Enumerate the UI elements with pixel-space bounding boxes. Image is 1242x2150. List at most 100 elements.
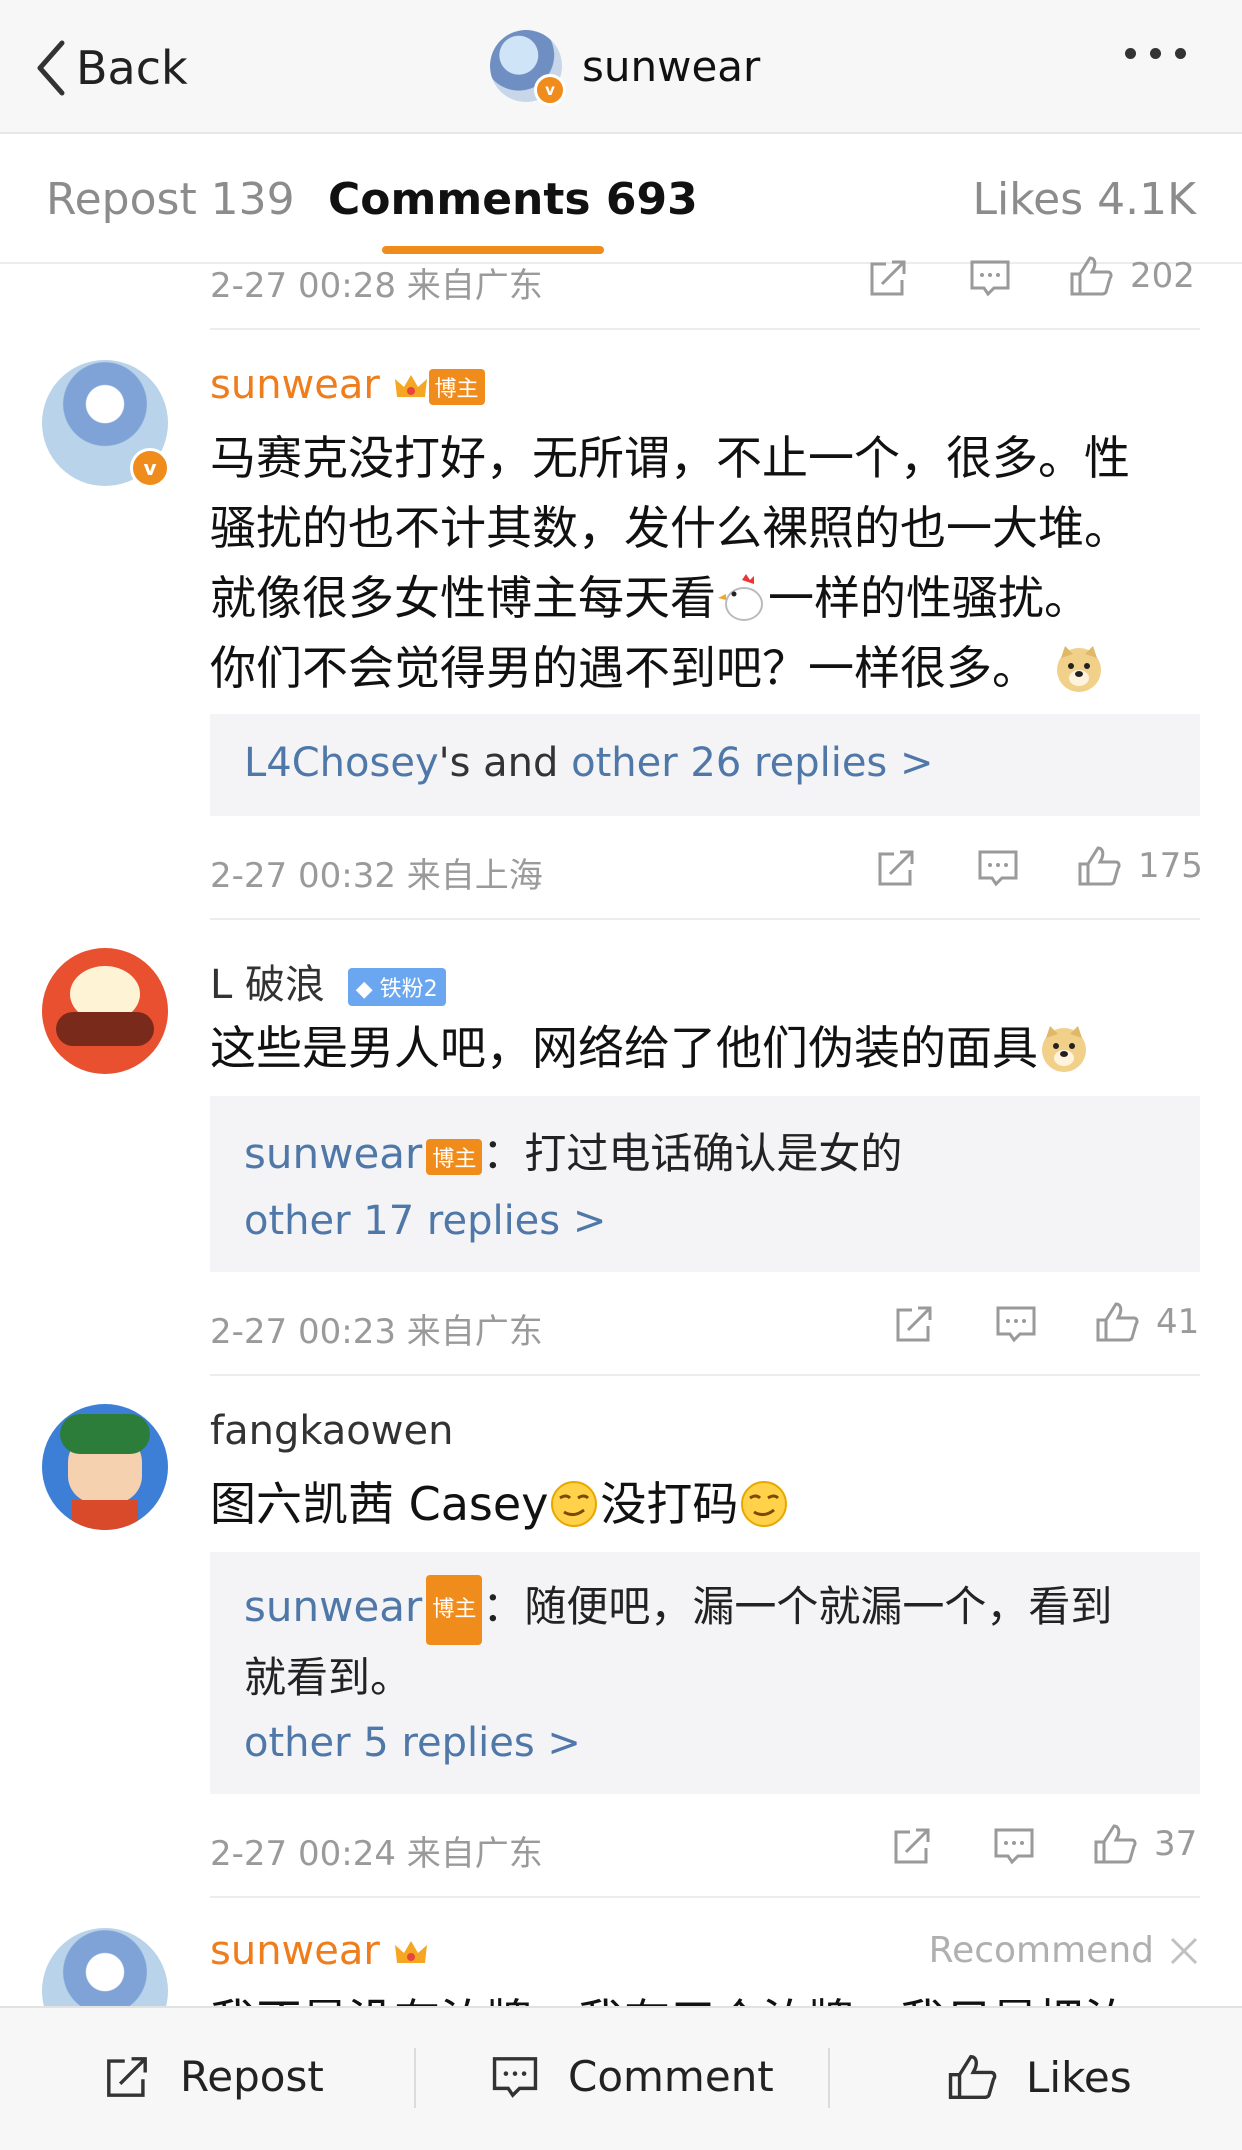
reply-button[interactable] [992, 1826, 1036, 1866]
smirk-emoji-icon [551, 1481, 598, 1527]
share-button[interactable] [890, 1826, 934, 1866]
reply-preview[interactable]: L4Chosey's and other 26 replies > [210, 714, 1200, 816]
divider [210, 1374, 1200, 1376]
comment-text: 图六凯茜 Casey 没打码 [210, 1469, 1210, 1539]
replies-connector: 's and [438, 740, 572, 786]
comment-icon [994, 1828, 1034, 1865]
tab-likes[interactable]: Likes 4.1K [973, 174, 1196, 225]
comment-username[interactable]: fangkaowen [210, 1408, 453, 1454]
recommend-label: Recommend [928, 1930, 1154, 1971]
reply-text: ：随便吧，漏一个就漏一个，看到 [482, 1582, 1113, 1631]
fan-badge: ◆ 铁粉2 [347, 968, 446, 1006]
reply-preview[interactable]: sunwear 博主 ：打过电话确认是女的 other 17 replies > [210, 1096, 1200, 1272]
text-segment: 这些是男人吧，网络给了他们伪装的面具 [210, 1021, 1038, 1075]
comment-icon [996, 1306, 1036, 1343]
tab-repost[interactable]: Repost 139 [46, 174, 295, 225]
share-icon [107, 2056, 147, 2097]
reply-username[interactable]: sunwear [244, 1129, 422, 1178]
reply-button[interactable] [976, 848, 1020, 888]
reply-text: 就看到。 [244, 1652, 413, 1702]
username-text: L 破浪 [210, 962, 325, 1008]
tab-comments[interactable]: Comments 693 [328, 174, 698, 225]
reply-username[interactable]: L4Chosey [244, 740, 439, 786]
more-replies-link[interactable]: other 26 replies > [571, 740, 933, 786]
text-line: 马赛克没打好，无所谓，不止一个，很多。性 [210, 431, 1130, 485]
comment-meta: 2-27 00:24 来自广东 [210, 1834, 543, 1874]
share-icon [878, 850, 914, 886]
repost-label: Repost [180, 2052, 324, 2101]
thumbs-up-icon [1094, 1824, 1137, 1864]
like-count: 41 [1156, 1302, 1200, 1342]
like-button[interactable]: 175 [1076, 844, 1203, 888]
comment-meta: 2-27 00:23 来自广东 [210, 1312, 543, 1352]
verified-icon: v [534, 74, 566, 106]
comment-username[interactable]: sunwear 博主 [210, 362, 485, 408]
reply-line: sunwear 博主 ：打过电话确认是女的 [244, 1120, 902, 1181]
comment-button[interactable]: Comment [490, 2052, 774, 2101]
avatar: v [490, 30, 566, 106]
comment-username[interactable]: sunwear [210, 1928, 429, 1974]
recommend-tag: Recommend [929, 1930, 1200, 1971]
divider [210, 328, 1200, 330]
replies-summary[interactable]: L4Chosey's and other 26 replies > [244, 740, 934, 786]
comment-meta: 2-27 00:32 来自上海 [210, 856, 543, 896]
repost-button[interactable]: Repost [102, 2052, 324, 2101]
fan-badge-label: 铁粉2 [379, 977, 438, 1002]
text-segment: 我不是没有泊牌，我有三个泊牌，我只是把泊 [210, 1994, 1130, 2006]
bottom-action-bar: Repost Comment Likes [0, 2006, 1242, 2150]
reply-username[interactable]: sunwear [244, 1582, 422, 1631]
username-text: sunwear [210, 1928, 380, 1974]
share-button[interactable] [874, 848, 918, 888]
text-segment: 没打码 [600, 1477, 739, 1531]
back-label: Back [76, 41, 188, 95]
like-button[interactable]: 37 [1092, 1822, 1197, 1866]
smirk-emoji-icon [741, 1481, 788, 1527]
more-replies-link[interactable]: other 17 replies > [244, 1198, 606, 1244]
like-count: 202 [1130, 256, 1195, 296]
more-replies-link[interactable]: other 5 replies > [244, 1720, 581, 1766]
avatar[interactable] [42, 948, 168, 1074]
author-badge: 博主 [426, 1574, 483, 1645]
like-count: 175 [1138, 846, 1203, 886]
comment-icon [978, 850, 1018, 887]
username-text: sunwear [210, 362, 380, 408]
like-count: 37 [1154, 1824, 1198, 1864]
crown-icon [394, 375, 427, 397]
like-button[interactable]: 41 [1094, 1300, 1199, 1344]
divider [210, 1896, 1200, 1898]
avatar[interactable] [42, 1404, 168, 1530]
close-icon[interactable] [1168, 1935, 1200, 1967]
author-badge: 博主 [426, 1138, 483, 1175]
text-line: 骚扰的也不计其数，发什么裸照的也一大堆。 [210, 501, 1130, 555]
divider [210, 918, 1200, 920]
thumbs-up-icon [1070, 256, 1113, 296]
nav-title[interactable]: v sunwear [490, 28, 761, 106]
comment-icon [492, 2056, 538, 2098]
comment-username[interactable]: L 破浪 ◆ 铁粉2 [210, 952, 446, 1010]
reply-button[interactable] [994, 1304, 1038, 1344]
share-button[interactable] [866, 258, 910, 298]
share-icon [896, 1306, 932, 1342]
comment-icon [970, 260, 1010, 297]
comment-text: 马赛克没打好，无所谓，不止一个，很多。性 骚扰的也不计其数，发什么裸照的也一大堆… [210, 423, 1210, 703]
text-segment: 图六凯茜 Casey [210, 1477, 549, 1531]
chevron-left-icon [37, 40, 65, 96]
back-button[interactable]: Back [34, 36, 188, 100]
comment-label: Comment [568, 2052, 774, 2101]
more-icon[interactable] [1125, 48, 1186, 59]
comment-meta: 2-27 00:28 来自广东 [210, 266, 543, 306]
likes-button[interactable]: Likes [946, 2052, 1132, 2102]
separator [414, 2048, 416, 2108]
thumbs-up-icon [1096, 1302, 1139, 1342]
tab-active-indicator [382, 246, 604, 254]
reply-preview[interactable]: sunwear 博主 ：随便吧，漏一个就漏一个，看到就看到。 other 5 rep… [210, 1552, 1200, 1794]
chicken-emoji-icon [718, 574, 763, 621]
like-button[interactable]: 202 [1068, 254, 1195, 298]
crown-icon [394, 1941, 427, 1963]
nav-username: sunwear [582, 41, 761, 91]
separator [828, 2048, 830, 2108]
thumbs-up-icon [1078, 846, 1121, 886]
share-button[interactable] [892, 1304, 936, 1344]
reply-button[interactable] [968, 258, 1012, 298]
share-icon [894, 1828, 930, 1864]
